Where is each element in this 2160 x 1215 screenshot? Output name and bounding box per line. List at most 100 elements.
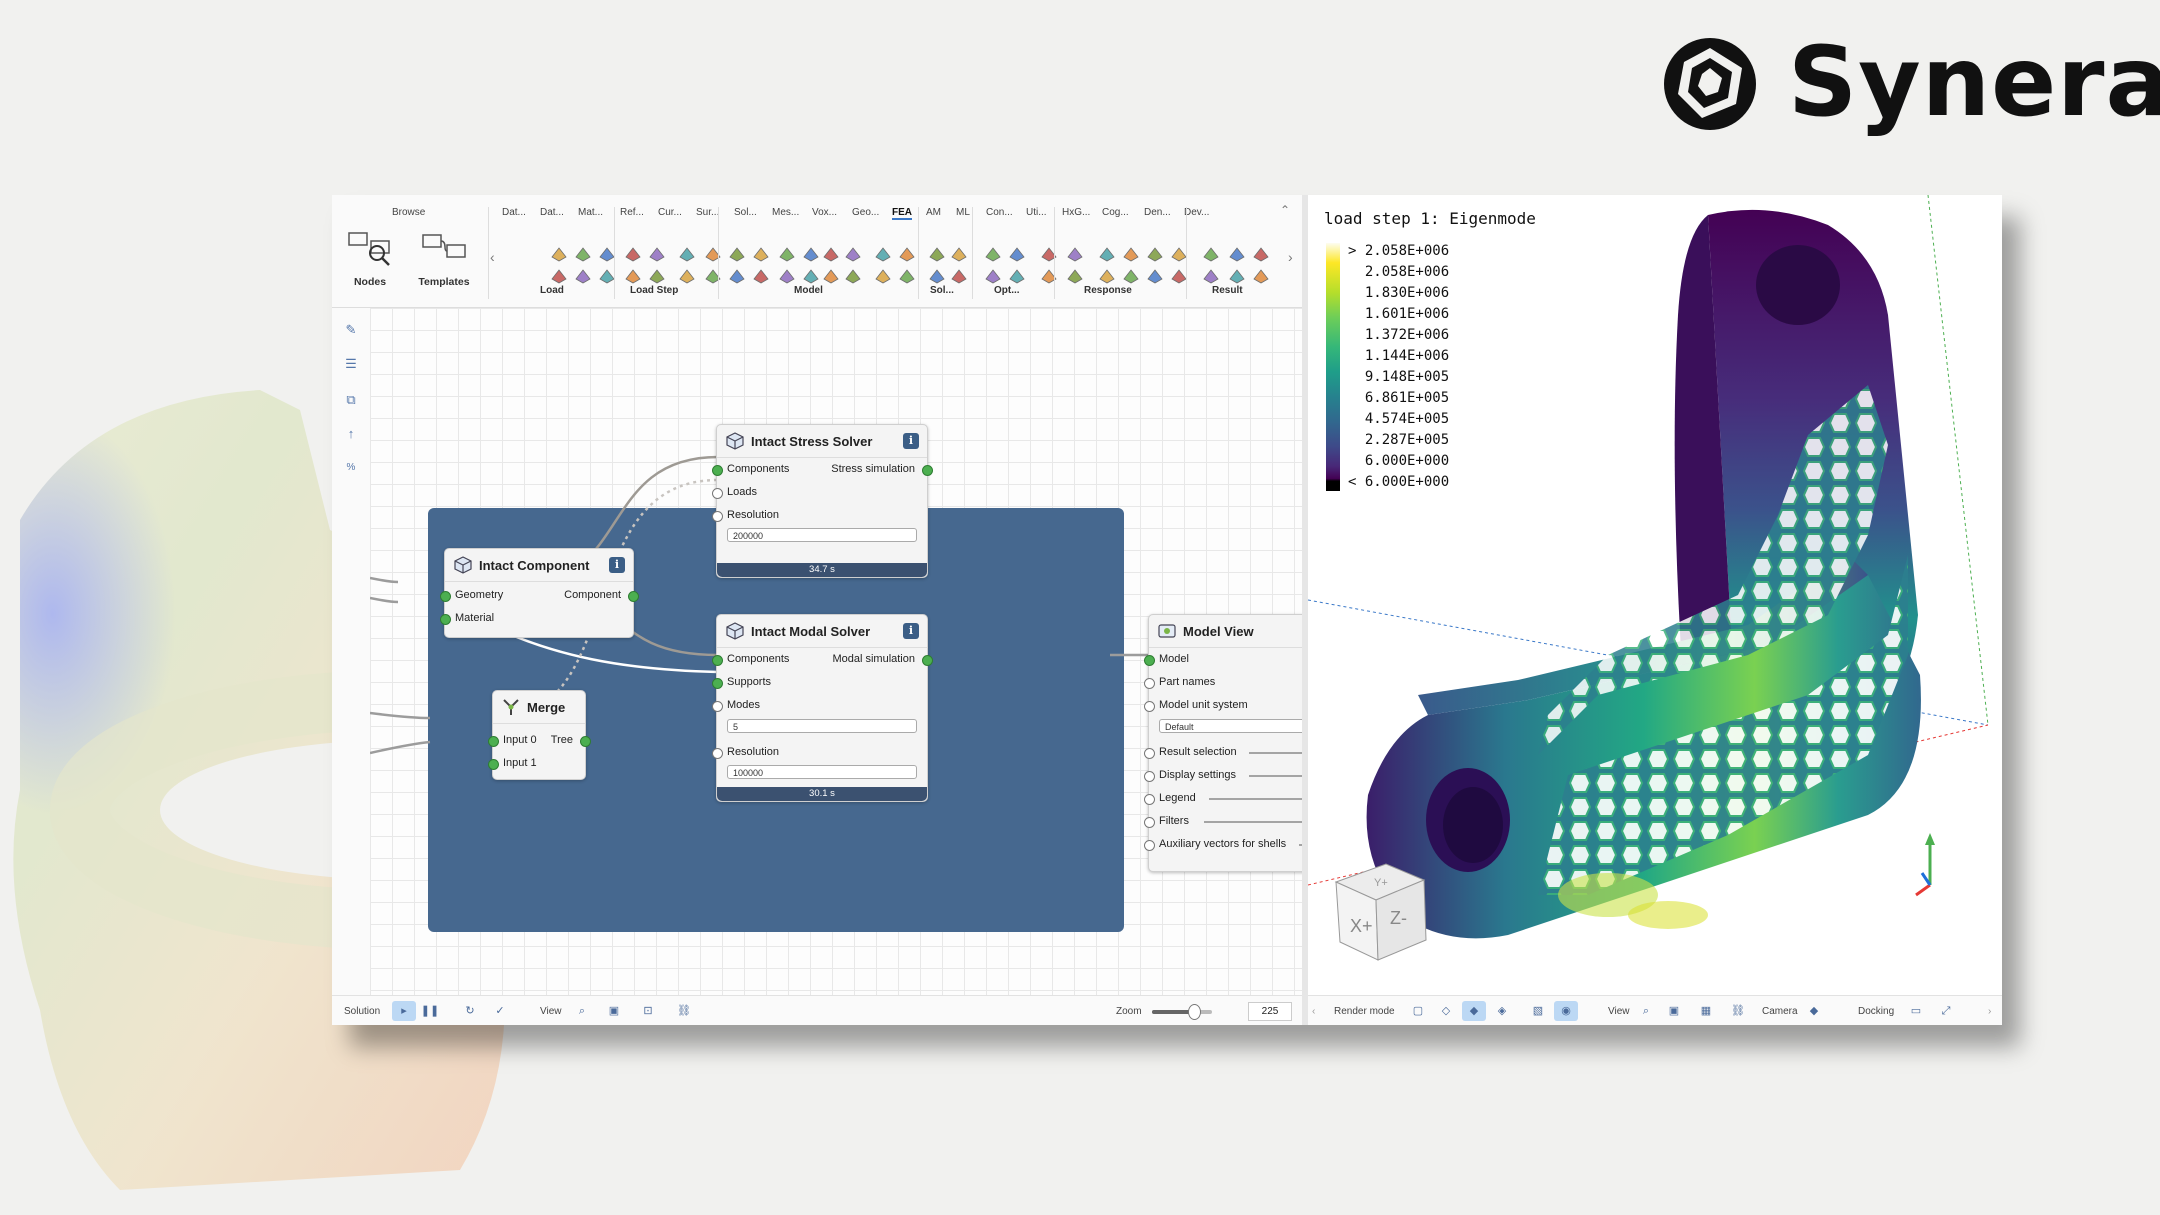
tab-dat-1[interactable]: Dat... (502, 207, 526, 218)
ribbon-tool-icon[interactable] (704, 245, 722, 263)
3d-viewport-pane[interactable]: load step 1: Eigenmode > 2.058E+006 2.05… (1308, 195, 2002, 1025)
input-port-model-unit-system[interactable] (1144, 701, 1155, 712)
info-icon[interactable]: i (903, 433, 919, 449)
ribbon-tool-icon[interactable] (874, 267, 892, 285)
ribbon-tool-icon[interactable] (1008, 245, 1026, 263)
render-transparent-icon[interactable]: ▧ (1526, 1001, 1550, 1021)
input-port-filters[interactable] (1144, 817, 1155, 828)
input-port-components[interactable] (712, 655, 723, 666)
layers-icon[interactable]: ⧉ (343, 392, 359, 408)
info-icon[interactable]: i (609, 557, 625, 573)
render-shaded-icon[interactable]: ◆ (1462, 1001, 1486, 1021)
input-port-1[interactable] (488, 759, 499, 770)
render-wireframe-icon[interactable]: ▢ (1406, 1001, 1430, 1021)
ribbon-tool-icon[interactable] (778, 245, 796, 263)
ribbon-tool-icon[interactable] (1146, 267, 1164, 285)
link-icon[interactable]: ⛓ (1726, 1001, 1750, 1021)
ribbon-tool-icon[interactable] (678, 267, 696, 285)
tab-cog[interactable]: Cog... (1102, 207, 1129, 218)
ribbon-scroll-left-icon[interactable]: ‹ (490, 249, 495, 265)
output-port-modal-simulation[interactable] (922, 655, 933, 666)
ribbon-tool-icon[interactable] (984, 267, 1002, 285)
ribbon-tool-icon[interactable] (984, 245, 1002, 263)
render-color-icon[interactable]: ◉ (1554, 1001, 1578, 1021)
cube-face-x[interactable]: X+ (1350, 916, 1373, 936)
tab-mes[interactable]: Mes... (772, 207, 799, 218)
ribbon-tool-icon[interactable] (874, 245, 892, 263)
input-port-supports[interactable] (712, 678, 723, 689)
ribbon-tool-icon[interactable] (550, 267, 568, 285)
ribbon-tool-icon[interactable] (778, 267, 796, 285)
ribbon-tool-icon[interactable] (1008, 267, 1026, 285)
zoom-fit-icon[interactable]: ⌕ (1634, 1001, 1658, 1021)
ribbon-tool-icon[interactable] (844, 245, 862, 263)
ribbon-tool-icon[interactable] (844, 267, 862, 285)
ribbon-tool-icon[interactable] (648, 267, 666, 285)
render-shaded-edges-icon[interactable]: ◈ (1490, 1001, 1514, 1021)
tab-sur[interactable]: Sur... (696, 207, 719, 218)
node-header[interactable]: Merge (493, 691, 585, 724)
tab-ref[interactable]: Ref... (620, 207, 644, 218)
ribbon-tool-icon[interactable] (898, 267, 916, 285)
tab-con[interactable]: Con... (986, 207, 1013, 218)
node-merge[interactable]: Merge Input 0 Input 1 Tree (488, 690, 591, 780)
ribbon-tool-icon[interactable] (822, 245, 840, 263)
tab-cur[interactable]: Cur... (658, 207, 682, 218)
input-port-material[interactable] (440, 614, 451, 625)
ribbon-tool-icon[interactable] (1122, 267, 1140, 285)
input-port-result-selection[interactable] (1144, 748, 1155, 759)
cube-face-z[interactable]: Z- (1390, 908, 1407, 928)
tab-hxg[interactable]: HxG... (1062, 207, 1090, 218)
ribbon-tool-icon[interactable] (898, 245, 916, 263)
ribbon-tool-icon[interactable] (752, 245, 770, 263)
ribbon-tool-icon[interactable] (728, 245, 746, 263)
ribbon-tool-icon[interactable] (1040, 267, 1058, 285)
tab-vox[interactable]: Vox... (812, 207, 837, 218)
cube-face-y[interactable]: Y+ (1374, 877, 1388, 889)
input-port-model[interactable] (1144, 655, 1155, 666)
node-graph-canvas[interactable]: Intact Stress Solver i Components Loads … (370, 308, 1302, 995)
zoom-fit-icon[interactable]: ⌕ (570, 1001, 594, 1021)
input-port-components[interactable] (712, 465, 723, 476)
ribbon-tool-icon[interactable] (1040, 245, 1058, 263)
link-icon[interactable]: ⛓ (672, 1001, 696, 1021)
ribbon-tool-icon[interactable] (950, 267, 968, 285)
input-port-geometry[interactable] (440, 591, 451, 602)
pause-icon[interactable]: ❚❚ (418, 1001, 442, 1021)
refresh-icon[interactable]: ↻ (458, 1001, 482, 1021)
zoom-window-icon[interactable]: ⊡ (636, 1001, 660, 1021)
ribbon-tool-icon[interactable] (1122, 245, 1140, 263)
tab-mat[interactable]: Mat... (578, 207, 603, 218)
ribbon-tool-icon[interactable] (678, 245, 696, 263)
node-model-view[interactable]: Model View Model Part names Model unit s… (1144, 614, 1302, 872)
ribbon-tool-icon[interactable] (1252, 245, 1270, 263)
ribbon-tool-icon[interactable] (1228, 245, 1246, 263)
edit-icon[interactable]: ✎ (343, 322, 359, 338)
node-header[interactable]: Intact Stress Solver i (717, 425, 927, 458)
ribbon-tool-icon[interactable] (1146, 245, 1164, 263)
ribbon-tool-icon[interactable] (802, 245, 820, 263)
zoom-slider-handle[interactable] (1188, 1004, 1201, 1020)
play-icon[interactable]: ▸ (392, 1001, 416, 1021)
ribbon-scroll-right-icon[interactable]: › (1288, 249, 1293, 265)
zoom-value[interactable]: 225 (1248, 1002, 1292, 1021)
modes-field[interactable]: 5 (727, 719, 917, 733)
scroll-right-icon[interactable]: › (1988, 1006, 1991, 1017)
tab-dat-2[interactable]: Dat... (540, 207, 564, 218)
grid-icon[interactable]: ▦ (1694, 1001, 1718, 1021)
ribbon-tool-icon[interactable] (1228, 267, 1246, 285)
sliders-icon[interactable]: ☰ (343, 356, 359, 372)
ribbon-tool-icon[interactable] (1066, 267, 1084, 285)
ribbon-tool-icon[interactable] (574, 245, 592, 263)
input-port-part-names[interactable] (1144, 678, 1155, 689)
unit-system-field[interactable]: Default (1159, 719, 1302, 733)
node-header[interactable]: Intact Component i (445, 549, 633, 582)
resolution-field[interactable]: 200000 (727, 528, 917, 542)
ribbon-tool-icon[interactable] (574, 267, 592, 285)
tab-fea[interactable]: FEA (892, 207, 912, 220)
node-header[interactable]: Model View (1149, 615, 1302, 648)
node-header[interactable]: Intact Modal Solver i (717, 615, 927, 648)
ribbon-tool-icon[interactable] (624, 245, 642, 263)
input-port-resolution[interactable] (712, 511, 723, 522)
ribbon-tool-icon[interactable] (802, 267, 820, 285)
